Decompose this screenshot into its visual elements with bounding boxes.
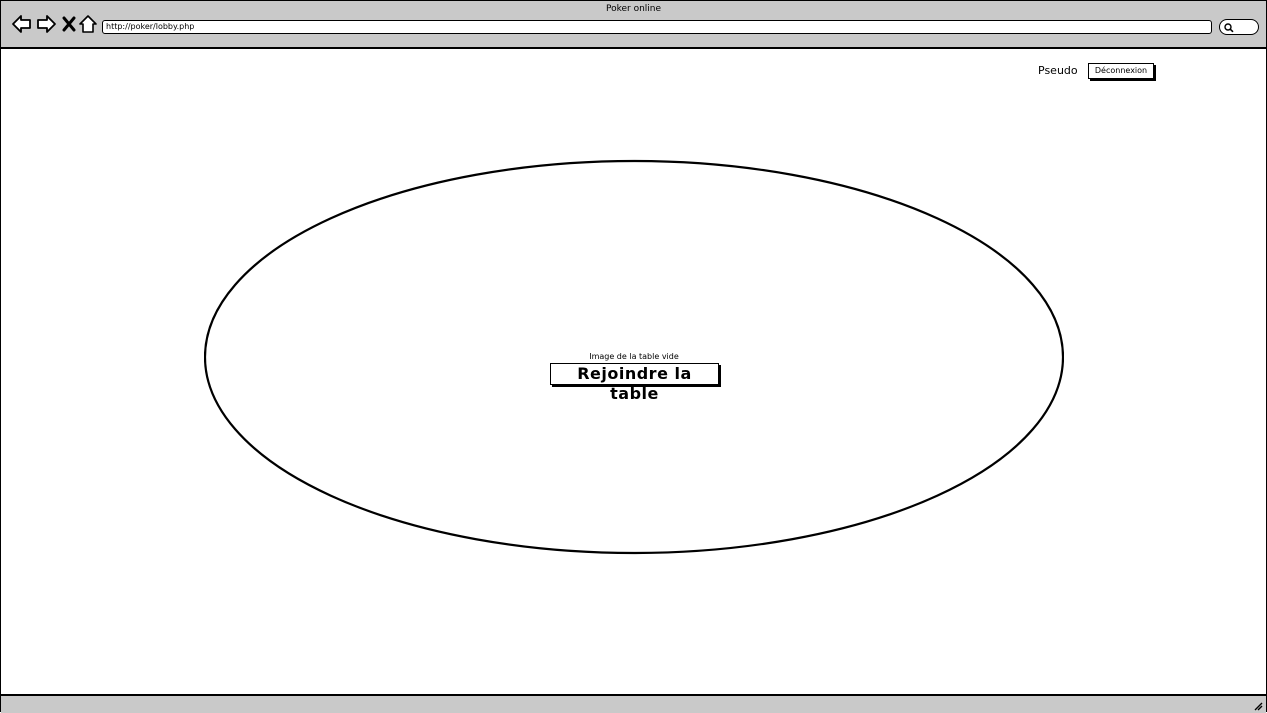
table-image-caption: Image de la table vide: [589, 352, 679, 361]
status-bar: [1, 694, 1266, 713]
forward-arrow-icon[interactable]: [35, 13, 57, 35]
window-title: Poker online: [605, 4, 662, 14]
search-icon: [1224, 23, 1234, 33]
logout-button[interactable]: Déconnexion: [1088, 63, 1154, 79]
username-label: Pseudo: [1038, 64, 1078, 77]
resize-grip-icon[interactable]: [1253, 701, 1263, 711]
back-arrow-icon[interactable]: [11, 13, 33, 35]
join-table-button[interactable]: Rejoindre la table: [550, 363, 719, 403]
browser-chrome: Poker online http://poker/lobby.php: [1, 1, 1266, 49]
url-input[interactable]: http://poker/lobby.php: [102, 20, 1212, 34]
home-icon[interactable]: [77, 13, 99, 35]
search-input[interactable]: [1219, 19, 1259, 35]
browser-window: Poker online http://poker/lobby.php Pseu…: [0, 0, 1267, 713]
